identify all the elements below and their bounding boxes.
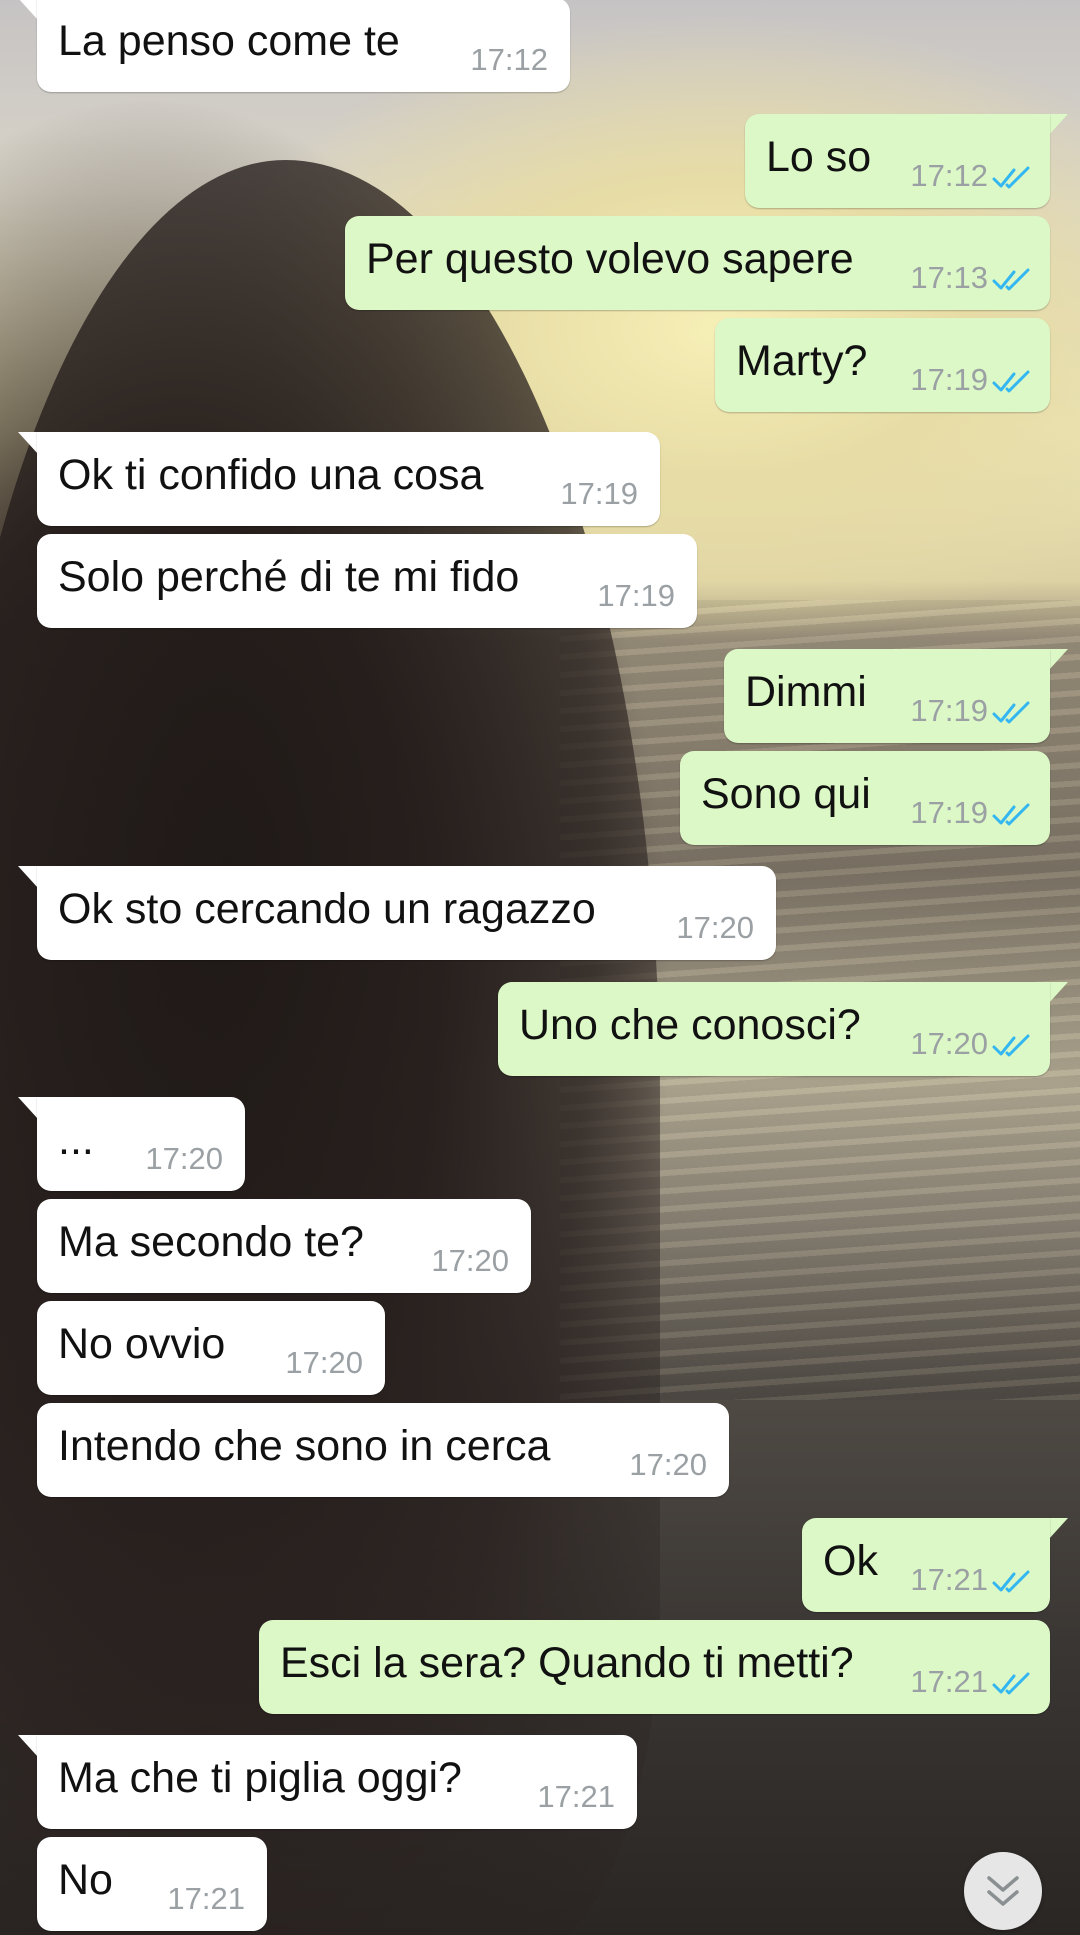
message-text: Solo perché di te mi fido [58,553,520,601]
double-check-icon [992,1672,1030,1695]
scroll-to-bottom-button[interactable] [964,1852,1042,1930]
chevron-double-down-icon [987,1876,1019,1906]
message-bubble[interactable]: Marty? 17:19 [715,318,1050,412]
double-check-icon [992,166,1030,189]
message-bubble[interactable]: Ok 17:21 [802,1518,1050,1612]
message-bubble[interactable]: La penso come te 17:12 [37,0,570,92]
message-incoming[interactable]: No 17:21 [0,1837,1080,1935]
message-text: No ovvio [58,1320,226,1368]
double-check-icon [992,268,1030,291]
message-text: No [58,1856,113,1904]
bubble-tail [18,1735,38,1757]
message-time: 17:19 [910,795,988,830]
message-time: 17:21 [537,1779,615,1814]
bubble-tail [18,1097,38,1119]
message-time: 17:19 [910,362,988,397]
double-check-icon [992,1034,1030,1057]
message-outgoing[interactable]: Per questo volevo sapere 17:13 [0,216,1080,314]
message-time: 17:19 [560,476,638,511]
message-text: Intendo che sono in cerca [58,1422,551,1470]
message-text: Uno che conosci? [519,1001,861,1049]
chat-screen: La penso come te 17:12 Lo so 17:12 Per q… [0,0,1080,1935]
message-bubble[interactable]: Ma secondo te? 17:20 [37,1199,531,1293]
message-time: 17:19 [597,578,675,613]
message-time: 17:12 [470,42,548,77]
message-outgoing[interactable]: Marty? 17:19 [0,318,1080,416]
message-bubble[interactable]: Ok ti confido una cosa 17:19 [37,432,660,526]
message-outgoing[interactable]: Uno che conosci? 17:20 [0,982,1080,1080]
bubble-tail [1048,649,1068,671]
message-time: 17:20 [676,910,754,945]
message-bubble[interactable]: Solo perché di te mi fido 17:19 [37,534,697,628]
bubble-tail [1048,1518,1068,1540]
message-bubble[interactable]: Dimmi 17:19 [724,649,1050,743]
message-outgoing[interactable]: Esci la sera? Quando ti metti? 17:21 [0,1620,1080,1718]
message-text: Lo so [766,133,872,181]
message-time: 17:21 [910,1562,988,1597]
message-time: 17:19 [910,693,988,728]
message-time: 17:20 [145,1141,223,1176]
message-incoming[interactable]: Ok sto cercando un ragazzo 17:20 [0,866,1080,964]
message-bubble[interactable]: Intendo che sono in cerca 17:20 [37,1403,729,1497]
bubble-tail [18,866,38,888]
message-time: 17:20 [910,1026,988,1061]
message-bubble[interactable]: ... 17:20 [37,1097,245,1191]
double-check-icon [992,370,1030,393]
message-bubble[interactable]: No ovvio 17:20 [37,1301,385,1395]
message-bubble[interactable]: Per questo volevo sapere 17:13 [345,216,1050,310]
message-incoming[interactable]: Intendo che sono in cerca 17:20 [0,1403,1080,1501]
message-text: Ok ti confido una cosa [58,451,484,499]
bubble-tail [18,432,38,454]
message-bubble[interactable]: No 17:21 [37,1837,267,1931]
message-text: Ok sto cercando un ragazzo [58,885,596,933]
message-incoming[interactable]: ... 17:20 [0,1097,1080,1195]
message-time: 17:20 [629,1447,707,1482]
double-check-icon [992,803,1030,826]
bubble-tail [18,0,38,20]
message-incoming[interactable]: Ok ti confido una cosa 17:19 [0,432,1080,530]
message-text: ... [58,1116,94,1164]
message-bubble[interactable]: Ok sto cercando un ragazzo 17:20 [37,866,776,960]
message-incoming[interactable]: La penso come te 17:12 [0,0,1080,96]
bubble-tail [1048,114,1068,136]
message-text: Ma secondo te? [58,1218,364,1266]
message-incoming[interactable]: No ovvio 17:20 [0,1301,1080,1399]
message-outgoing[interactable]: Ok 17:21 [0,1518,1080,1616]
message-bubble[interactable]: Sono qui 17:19 [680,751,1050,845]
message-text: Marty? [736,337,868,385]
message-text: Sono qui [701,770,871,818]
message-incoming[interactable]: Ma secondo te? 17:20 [0,1199,1080,1297]
message-bubble[interactable]: Ma che ti piglia oggi? 17:21 [37,1735,637,1829]
message-incoming[interactable]: Ma che ti piglia oggi? 17:21 [0,1735,1080,1833]
message-text: La penso come te [58,17,400,65]
message-time: 17:20 [285,1345,363,1380]
message-time: 17:21 [167,1881,245,1916]
message-bubble[interactable]: Uno che conosci? 17:20 [498,982,1050,1076]
message-outgoing[interactable]: Dimmi 17:19 [0,649,1080,747]
double-check-icon [992,701,1030,724]
message-bubble[interactable]: Esci la sera? Quando ti metti? 17:21 [259,1620,1050,1714]
message-text: Dimmi [745,668,867,716]
message-text: Per questo volevo sapere [366,235,854,283]
message-incoming[interactable]: Solo perché di te mi fido 17:19 [0,534,1080,632]
bubble-tail [1048,982,1068,1004]
message-time: 17:21 [910,1664,988,1699]
message-text: Ma che ti piglia oggi? [58,1754,462,1802]
message-time: 17:13 [910,260,988,295]
message-bubble[interactable]: Lo so 17:12 [745,114,1050,208]
message-outgoing[interactable]: Sono qui 17:19 [0,751,1080,849]
message-time: 17:20 [431,1243,509,1278]
double-check-icon [992,1570,1030,1593]
message-text: Ok [823,1537,878,1585]
message-outgoing[interactable]: Lo so 17:12 [0,114,1080,212]
message-text: Esci la sera? Quando ti metti? [280,1639,854,1687]
message-time: 17:12 [910,158,988,193]
